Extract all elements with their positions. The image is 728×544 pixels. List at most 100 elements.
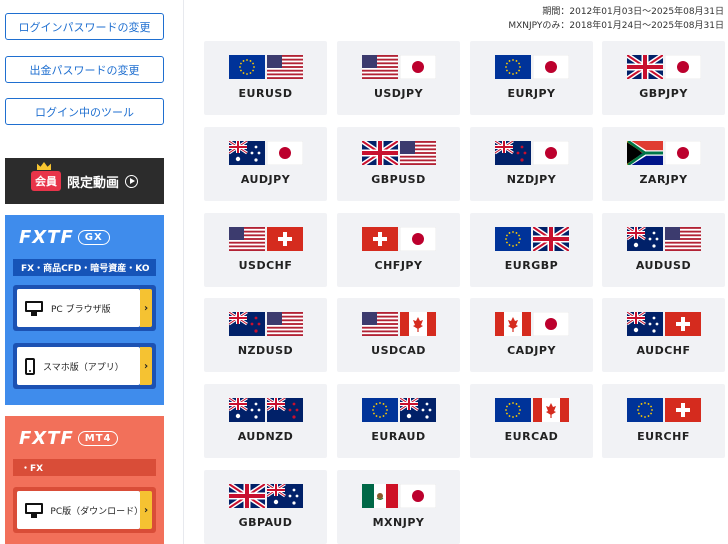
pair-name: AUDNZD bbox=[237, 430, 294, 443]
crown-icon bbox=[36, 162, 51, 170]
mt4-products-strip: ・FX bbox=[13, 459, 156, 476]
gx-smartphone-app-button[interactable]: スマホ版（アプリ） › bbox=[13, 343, 156, 389]
page: ログインパスワードの変更 出金パスワードの変更 ログイン中のツール 会員 限定動… bbox=[0, 0, 728, 544]
pair-card-gbpusd[interactable]: GBPUSD bbox=[337, 127, 460, 201]
pair-flags bbox=[470, 398, 593, 422]
member-badge-label: 会員 bbox=[34, 175, 57, 188]
change-withdrawal-password-button[interactable]: 出金パスワードの変更 bbox=[5, 56, 164, 83]
change-login-password-button[interactable]: ログインパスワードの変更 bbox=[5, 13, 164, 40]
pair-flags bbox=[470, 312, 593, 336]
pair-card-nzdjpy[interactable]: NZDJPY bbox=[470, 127, 593, 201]
pair-card-eurjpy[interactable]: EURJPY bbox=[470, 41, 593, 115]
smartphone-icon bbox=[25, 357, 35, 375]
pair-name: EURGBP bbox=[504, 259, 559, 272]
pair-card-euraud[interactable]: EURAUD bbox=[337, 384, 460, 458]
pair-card-usdjpy[interactable]: USDJPY bbox=[337, 41, 460, 115]
flag-us-icon bbox=[361, 312, 398, 336]
pair-name: GBPUSD bbox=[371, 173, 426, 186]
pair-card-gbpjpy[interactable]: GBPJPY bbox=[602, 41, 725, 115]
flag-za-icon bbox=[626, 141, 663, 165]
member-video-banner[interactable]: 会員 限定動画 bbox=[5, 158, 164, 204]
pair-flags bbox=[204, 227, 327, 251]
fxtf-gx-panel: FXTF GX FX・商品CFD・暗号資産・KO PC ブラウザ版 › スマホ版… bbox=[5, 215, 164, 405]
chevron-right-icon: › bbox=[140, 347, 152, 385]
logged-in-tools-button[interactable]: ログイン中のツール bbox=[5, 98, 164, 125]
flag-mx-icon bbox=[361, 484, 398, 508]
logo-text: FXTF bbox=[19, 227, 74, 248]
pair-card-mxnjpy[interactable]: MXNJPY bbox=[337, 470, 460, 544]
flag-us-icon bbox=[399, 141, 436, 165]
flag-ca-icon bbox=[399, 312, 436, 336]
pair-card-eurchf[interactable]: EURCHF bbox=[602, 384, 725, 458]
pair-name: USDCHF bbox=[238, 259, 293, 272]
member-video-label: 限定動画 bbox=[66, 175, 119, 191]
flag-eu-icon bbox=[626, 398, 663, 422]
mt4-pc-download-button[interactable]: PC版（ダウンロード） › bbox=[13, 487, 156, 533]
pair-card-eurusd[interactable]: EURUSD bbox=[204, 41, 327, 115]
flag-jp-icon bbox=[399, 55, 436, 79]
flag-eu-icon bbox=[494, 227, 531, 251]
pair-card-gbpaud[interactable]: GBPAUD bbox=[204, 470, 327, 544]
pair-flags bbox=[470, 55, 593, 79]
pair-name: GBPAUD bbox=[238, 516, 293, 529]
pair-card-chfjpy[interactable]: CHFJPY bbox=[337, 213, 460, 287]
pair-name: GBPJPY bbox=[639, 87, 688, 100]
flag-nz-icon bbox=[494, 141, 531, 165]
pair-name: CADJPY bbox=[507, 344, 556, 357]
pair-card-audjpy[interactable]: AUDJPY bbox=[204, 127, 327, 201]
flag-gb-icon bbox=[361, 141, 398, 165]
flag-eu-icon bbox=[228, 55, 265, 79]
pair-name: AUDUSD bbox=[635, 259, 692, 272]
flag-gb-icon bbox=[228, 484, 265, 508]
gx-app-label: スマホ版（アプリ） bbox=[43, 362, 124, 373]
pair-card-eurgbp[interactable]: EURGBP bbox=[470, 213, 593, 287]
logo-suffix: GX bbox=[77, 230, 110, 245]
pair-flags bbox=[337, 227, 460, 251]
mt4-pc-label: PC版（ダウンロード） bbox=[50, 506, 144, 517]
logo-suffix: MT4 bbox=[77, 431, 119, 446]
pair-card-usdcad[interactable]: USDCAD bbox=[337, 298, 460, 372]
flag-au-icon bbox=[399, 398, 436, 422]
flag-ch-icon bbox=[664, 398, 701, 422]
flag-us-icon bbox=[361, 55, 398, 79]
flag-us-icon bbox=[228, 227, 265, 251]
flag-nz-icon bbox=[228, 312, 265, 336]
flag-ch-icon bbox=[266, 227, 303, 251]
pair-card-cadjpy[interactable]: CADJPY bbox=[470, 298, 593, 372]
pair-card-zarjpy[interactable]: ZARJPY bbox=[602, 127, 725, 201]
pair-card-audnzd[interactable]: AUDNZD bbox=[204, 384, 327, 458]
pair-name: NZDUSD bbox=[237, 344, 294, 357]
pair-name: AUDCHF bbox=[636, 344, 691, 357]
mxnjpy-period-text: MXNJPYのみ：2018年01月24日～2025年08月31日 bbox=[508, 21, 724, 31]
pair-name: MXNJPY bbox=[372, 516, 425, 529]
pair-flags bbox=[204, 312, 327, 336]
pair-flags bbox=[204, 141, 327, 165]
pair-card-usdchf[interactable]: USDCHF bbox=[204, 213, 327, 287]
chevron-right-icon: › bbox=[140, 289, 152, 327]
pair-card-audchf[interactable]: AUDCHF bbox=[602, 298, 725, 372]
pair-name: EURJPY bbox=[507, 87, 556, 100]
flag-au-icon bbox=[228, 398, 265, 422]
pair-name: EURCAD bbox=[504, 430, 559, 443]
gx-pc-browser-button[interactable]: PC ブラウザ版 › bbox=[13, 285, 156, 331]
flag-au-icon bbox=[626, 312, 663, 336]
pair-flags bbox=[470, 227, 593, 251]
fxtf-mt4-logo: FXTF MT4 bbox=[19, 428, 119, 449]
pair-name: USDJPY bbox=[373, 87, 424, 100]
play-circle-icon bbox=[125, 174, 138, 188]
pair-card-eurcad[interactable]: EURCAD bbox=[470, 384, 593, 458]
pair-flags bbox=[204, 55, 327, 79]
pair-name: AUDJPY bbox=[240, 173, 291, 186]
pair-flags bbox=[337, 484, 460, 508]
pair-flags bbox=[602, 141, 725, 165]
pair-flags bbox=[337, 55, 460, 79]
flag-eu-icon bbox=[494, 55, 531, 79]
pair-flags bbox=[204, 484, 327, 508]
flag-jp-icon bbox=[532, 141, 569, 165]
pair-name: ZARJPY bbox=[639, 173, 688, 186]
flag-ca-icon bbox=[532, 398, 569, 422]
pair-card-audusd[interactable]: AUDUSD bbox=[602, 213, 725, 287]
pair-flags bbox=[337, 141, 460, 165]
pair-card-nzdusd[interactable]: NZDUSD bbox=[204, 298, 327, 372]
flag-au-icon bbox=[228, 141, 265, 165]
